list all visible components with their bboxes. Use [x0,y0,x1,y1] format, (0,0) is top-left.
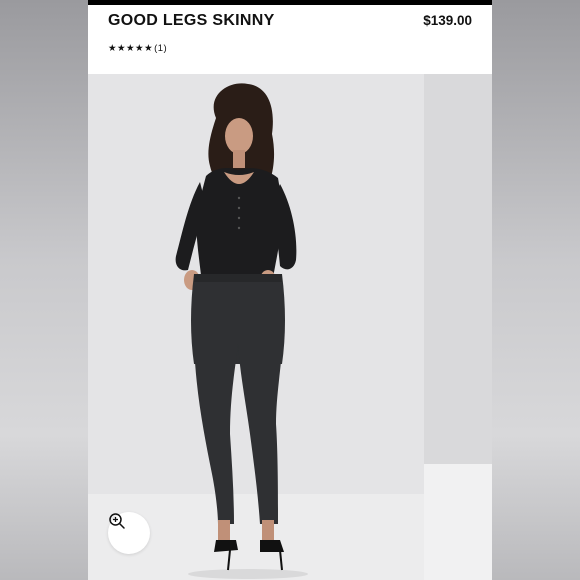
product-image[interactable] [88,74,492,580]
zoom-button[interactable] [108,512,150,554]
background-left [0,0,88,580]
background-right [492,0,580,580]
product-rating[interactable]: ★★★★★ (1) [108,43,167,54]
product-card: GOOD LEGS SKINNY $139.00 ★★★★★ (1) [88,0,492,580]
model-illustration [88,74,492,580]
rating-stars: ★★★★★ [108,43,154,54]
zoom-in-icon [109,513,125,529]
product-title: GOOD LEGS SKINNY [108,12,275,29]
product-price: $139.00 [423,13,472,28]
review-count: (1) [154,43,168,54]
header-strip [88,0,492,5]
